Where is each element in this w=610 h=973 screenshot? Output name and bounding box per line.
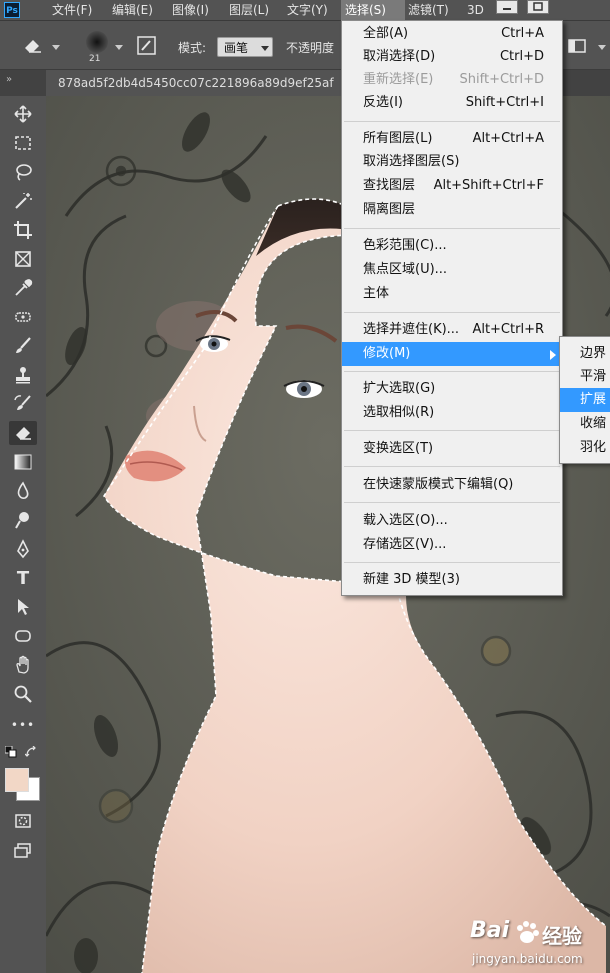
minimize-icon (503, 8, 511, 10)
watermark-brand-suffix: 经验 (542, 924, 582, 948)
modify-submenu: 边界 平滑 扩展 收缩 羽化 (559, 336, 610, 464)
baidu-jingyan-watermark: Bai 经验 jingyan.baidu.com (470, 918, 610, 973)
menu-item-inverse[interactable]: 反选(I) Shift+Ctrl+I (342, 91, 562, 115)
brush-tool-icon[interactable] (9, 334, 37, 358)
path-selection-tool-icon[interactable] (9, 595, 37, 619)
panel-layout-icon[interactable] (568, 39, 588, 53)
menu-item-reselect[interactable]: 重新选择(E) Shift+Ctrl+D (342, 68, 562, 92)
stamp-tool-icon[interactable] (9, 363, 37, 387)
move-tool-icon[interactable] (9, 102, 37, 126)
shape-tool-icon[interactable] (9, 624, 37, 648)
dodge-tool-icon[interactable] (9, 508, 37, 532)
menu-item-similar[interactable]: 选取相似(R) (342, 401, 562, 425)
menu-divider (344, 228, 560, 229)
chevron-down-icon[interactable] (598, 45, 606, 50)
select-menu-dropdown: 全部(A) Ctrl+A 取消选择(D) Ctrl+D 重新选择(E) Shift+C… (341, 20, 563, 596)
menu-filter[interactable]: 滤镜(T) (404, 0, 453, 20)
menu-bar: Ps 文件(F) 编辑(E) 图像(I) 图层(L) 文字(Y) 选择(S) 滤… (0, 0, 610, 21)
default-colors-icon[interactable] (5, 746, 19, 758)
menu-item-all-layers[interactable]: 所有图层(L) Alt+Ctrl+A (342, 127, 562, 151)
menu-item-load-selection[interactable]: 载入选区(O)... (342, 509, 562, 533)
menu-divider (344, 430, 560, 431)
menu-item-focus-area[interactable]: 焦点区域(U)... (342, 258, 562, 282)
menu-item-find-layers[interactable]: 查找图层 Alt+Shift+Ctrl+F (342, 174, 562, 198)
menu-type[interactable]: 文字(Y) (283, 0, 332, 20)
photoshop-logo: Ps (4, 2, 20, 18)
healing-tool-icon[interactable] (9, 305, 37, 329)
menu-item-select-and-mask[interactable]: 选择并遮住(K)... Alt+Ctrl+R (342, 318, 562, 342)
hand-tool-icon[interactable] (9, 653, 37, 677)
marquee-tool-icon[interactable] (9, 131, 37, 155)
menu-file[interactable]: 文件(F) (48, 0, 96, 20)
swap-colors-icon[interactable] (25, 746, 37, 758)
eraser-tool-icon[interactable] (9, 421, 37, 445)
menu-edit[interactable]: 编辑(E) (108, 0, 157, 20)
submenu-item-feather[interactable]: 羽化 (560, 436, 610, 460)
menu-item-quick-mask[interactable]: 在快速蒙版模式下编辑(Q) (342, 473, 562, 497)
menu-item-isolate-layers[interactable]: 隔离图层 (342, 198, 562, 222)
menu-layer[interactable]: 图层(L) (225, 0, 273, 20)
history-brush-tool-icon[interactable] (9, 392, 37, 416)
menu-item-deselect-layers[interactable]: 取消选择图层(S) (342, 150, 562, 174)
menu-divider (344, 121, 560, 122)
menu-item-transform-selection[interactable]: 变换选区(T) (342, 437, 562, 461)
restore-button[interactable] (527, 0, 549, 14)
mode-select[interactable]: 画笔 (217, 37, 273, 57)
menu-divider (344, 371, 560, 372)
menu-item-grow[interactable]: 扩大选取(G) (342, 377, 562, 401)
menu-item-save-selection[interactable]: 存储选区(V)... (342, 533, 562, 557)
submenu-item-expand[interactable]: 扩展 (560, 388, 610, 412)
menu-divider (344, 466, 560, 467)
chevron-down-icon[interactable] (52, 45, 60, 50)
menu-item-new-3d-model[interactable]: 新建 3D 模型(3) (342, 568, 562, 592)
mode-value: 画笔 (224, 41, 249, 55)
chevron-down-icon[interactable] (115, 45, 123, 50)
chevron-down-icon (261, 46, 269, 51)
brush-settings-icon[interactable] (136, 35, 158, 57)
type-tool-icon[interactable]: T (9, 566, 37, 590)
quick-mask-icon[interactable] (9, 809, 37, 833)
paw-icon (517, 921, 539, 943)
menu-divider (344, 502, 560, 503)
zoom-tool-icon[interactable] (9, 682, 37, 706)
menu-select[interactable]: 选择(S) (341, 0, 405, 20)
blur-tool-icon[interactable] (9, 479, 37, 503)
minimize-button[interactable] (496, 0, 518, 14)
eraser-preset-icon[interactable] (22, 35, 44, 55)
gradient-tool-icon[interactable] (9, 450, 37, 474)
menu-item-modify[interactable]: 修改(M) (342, 342, 562, 366)
watermark-site: jingyan.baidu.com (472, 952, 583, 966)
restore-icon (533, 2, 543, 11)
menu-image[interactable]: 图像(I) (168, 0, 213, 20)
menu-divider (344, 312, 560, 313)
screen-mode-icon[interactable] (9, 839, 37, 863)
submenu-arrow-icon (550, 350, 556, 360)
brush-size-value: 21 (89, 54, 101, 64)
crop-tool-icon[interactable] (9, 218, 37, 242)
magic-wand-tool-icon[interactable] (9, 189, 37, 213)
watermark-brand: Bai (470, 918, 510, 943)
eyedropper-tool-icon[interactable] (9, 276, 37, 300)
menu-divider (344, 562, 560, 563)
mode-label: 模式: (178, 41, 207, 55)
foreground-color-swatch[interactable] (5, 768, 29, 792)
tools-panel: T ••• (0, 96, 47, 973)
menu-3d[interactable]: 3D (463, 0, 488, 20)
more-tools-icon[interactable]: ••• (9, 713, 37, 737)
pen-tool-icon[interactable] (9, 537, 37, 561)
panel-collapse-icon[interactable]: » (6, 74, 12, 85)
brush-preview[interactable] (86, 31, 108, 53)
menu-item-deselect[interactable]: 取消选择(D) Ctrl+D (342, 45, 562, 69)
document-tab[interactable]: 878ad5f2db4d5450cc07c221896a89d9ef25af (46, 70, 346, 96)
submenu-item-contract[interactable]: 收缩 (560, 412, 610, 436)
menu-item-subject[interactable]: 主体 (342, 282, 562, 306)
opacity-label: 不透明度 (286, 41, 335, 55)
frame-tool-icon[interactable] (9, 247, 37, 271)
menu-item-color-range[interactable]: 色彩范围(C)... (342, 234, 562, 258)
menu-item-select-all[interactable]: 全部(A) Ctrl+A (342, 22, 562, 46)
submenu-item-smooth[interactable]: 平滑 (560, 365, 610, 389)
submenu-item-border[interactable]: 边界 (560, 342, 610, 366)
lasso-tool-icon[interactable] (9, 160, 37, 184)
